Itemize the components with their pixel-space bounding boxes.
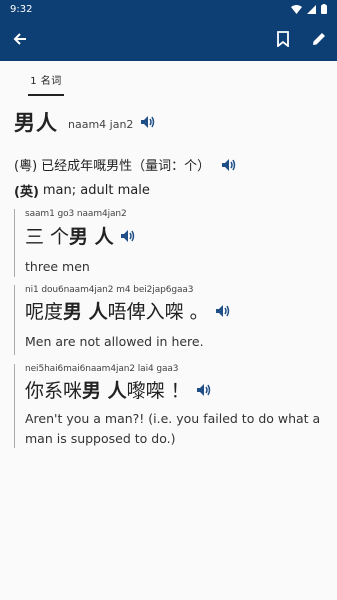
speaker-icon[interactable] xyxy=(220,157,236,173)
example-sentence: ni1 dou6naam4jan2 m4 bei2jap6gaa3 呢度 男 人… xyxy=(14,285,332,355)
example-pre: 呢度 xyxy=(25,301,64,323)
tab-noun[interactable]: 1 名词 xyxy=(28,66,64,96)
definition-tag: (英) xyxy=(14,185,39,200)
example-pre: 三 个 xyxy=(25,226,70,248)
cellular-icon xyxy=(307,4,316,14)
tab-label: 1 名词 xyxy=(30,76,62,87)
status-time: 9:32 xyxy=(10,3,33,15)
headword-jyutping: naam4 jan2 xyxy=(68,117,134,131)
speaker-icon[interactable] xyxy=(196,382,212,398)
speaker-icon[interactable] xyxy=(120,228,136,244)
definition-text: man; adult male xyxy=(42,183,150,198)
example-chinese: 呢度 男 人 唔俾入㗎 。 xyxy=(25,297,332,324)
headword-row: 男人 naam4 jan2 xyxy=(14,107,155,137)
example-english: Men are not allowed in here. xyxy=(25,334,204,349)
back-arrow-icon[interactable] xyxy=(8,27,32,51)
example-headword: 男 人 xyxy=(82,380,127,402)
example-pre: 你系咪 xyxy=(25,380,83,402)
edit-pencil-icon[interactable] xyxy=(307,27,331,51)
example-jyutping: ni1 dou6naam4jan2 m4 bei2jap6gaa3 xyxy=(25,285,194,295)
definition-cantonese: (粵) 已经成年嘅男性（量词：个） xyxy=(14,155,236,174)
example-english: three men xyxy=(25,259,90,274)
example-english: Aren't you a man?! (i.e. you failed to d… xyxy=(25,411,321,446)
headword: 男人 xyxy=(14,111,58,135)
bookmark-icon[interactable] xyxy=(271,27,295,51)
wifi-icon xyxy=(291,4,302,14)
example-sentence: nei5hai6mai6naam4jan2 lai4 gaa3 你系咪 男 人 … xyxy=(14,364,332,448)
example-jyutping: nei5hai6mai6naam4jan2 lai4 gaa3 xyxy=(25,364,179,374)
definition-text: 已经成年嘅男性（量词：个） xyxy=(41,159,211,174)
example-chinese: 三 个 男 人 xyxy=(25,222,332,249)
speaker-icon[interactable] xyxy=(215,303,231,319)
example-headword: 男 人 xyxy=(63,301,108,323)
status-bar: 9:32 xyxy=(0,0,337,18)
example-sentence: saam1 go3 naam4jan2 三 个 男 人 three men xyxy=(14,209,332,277)
tab-indicator xyxy=(28,94,64,96)
example-headword: 男 人 xyxy=(69,226,114,248)
definition-english: (英) man; adult male xyxy=(14,181,150,200)
example-chinese: 你系咪 男 人 嚟㗎 ！ xyxy=(25,376,332,403)
speaker-icon[interactable] xyxy=(139,114,155,130)
definition-tag: (粵) xyxy=(14,159,38,174)
example-jyutping: saam1 go3 naam4jan2 xyxy=(25,209,127,219)
app-bar xyxy=(0,18,337,61)
example-post: 嚟㗎 ！ xyxy=(126,380,190,402)
battery-icon xyxy=(321,4,327,14)
example-post: 唔俾入㗎 。 xyxy=(107,301,209,323)
